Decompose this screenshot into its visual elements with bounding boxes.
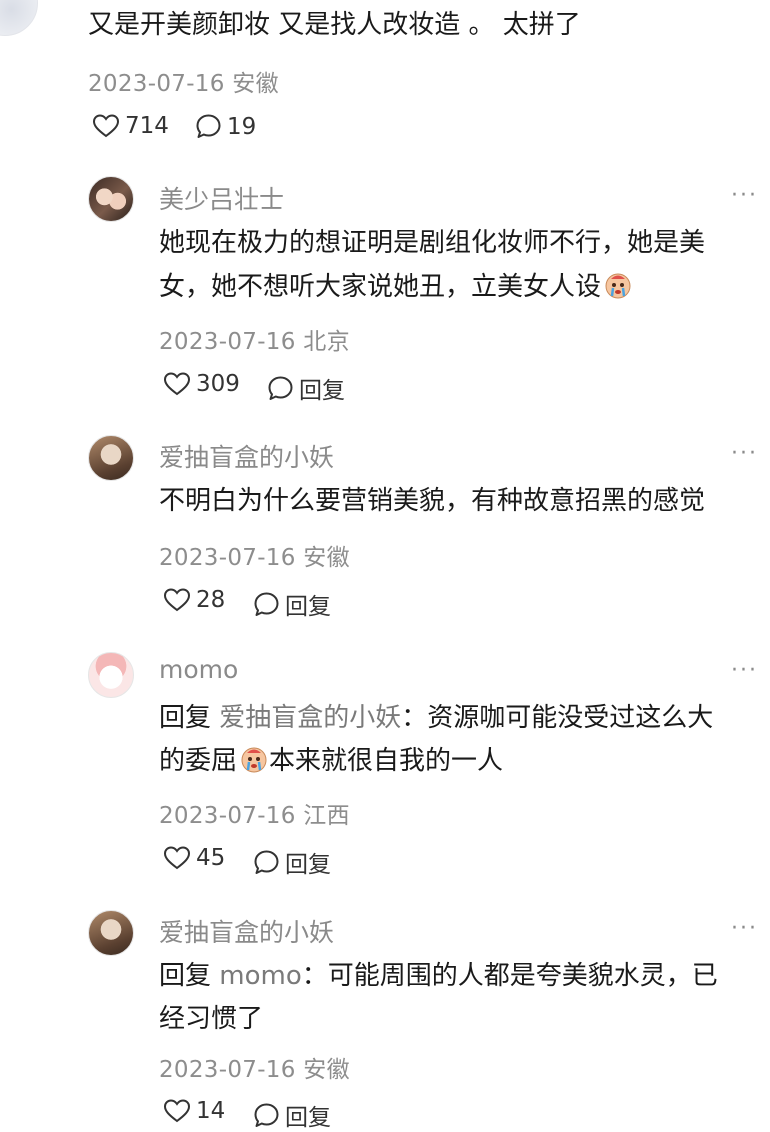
reply-meta: 2023-07-16 江西 [159, 796, 350, 830]
reply-date: 2023-07-16 [159, 1057, 296, 1083]
reply-text-line: 她现在极力的想证明是剧组化妆师不行，她是美 [159, 228, 706, 258]
username[interactable]: momo [159, 655, 238, 684]
comment-bubble-icon [196, 114, 221, 138]
avatar[interactable] [88, 176, 134, 222]
reply-text-line: 不明白为什么要营销美貌，有种故意招黑的感觉 [159, 486, 706, 516]
reply-text: 的委屈 [159, 746, 238, 776]
like-button[interactable]: 309 [163, 371, 240, 397]
comment-location: 安徽 [232, 71, 279, 97]
heart-icon [163, 588, 191, 612]
reply-text: ：可能周围的人都是夸美貌水灵，已 [301, 961, 718, 991]
mention-link[interactable]: 爱抽盲盒的小妖 [219, 703, 401, 733]
like-button[interactable]: 45 [163, 845, 225, 871]
comment-bubble-icon [254, 850, 279, 874]
heart-icon [163, 1099, 191, 1123]
heart-icon [92, 114, 120, 138]
like-count: 45 [196, 845, 226, 871]
reply-meta: 2023-07-16 安徽 [159, 538, 350, 572]
reply-text-line: 的委屈 本来就很自我的一人 [159, 736, 503, 786]
comment-bubble-icon [254, 1103, 279, 1127]
reply-label: 回复 [285, 1105, 331, 1131]
username[interactable]: 美少吕壮士 [159, 180, 284, 216]
comment-text: 又是开美颜卸妆 又是找人改妆造 。 太拼了 [88, 10, 581, 40]
reply-location: 安徽 [303, 545, 350, 571]
like-count: 309 [196, 371, 240, 397]
heart-icon [163, 372, 191, 396]
avatar[interactable] [88, 910, 134, 956]
comment-bubble-icon [254, 592, 279, 616]
reply-prefix: 回复 [159, 703, 212, 733]
like-button[interactable]: 14 [163, 1098, 225, 1124]
reply-label: 回复 [299, 378, 345, 404]
reply-location: 安徽 [303, 1057, 350, 1083]
reply-date: 2023-07-16 [159, 329, 296, 355]
reply-button[interactable]: 19 [195, 113, 256, 140]
comment-date: 2023-07-16 [88, 71, 225, 97]
reply-button[interactable]: 回复 [253, 845, 331, 879]
more-options-icon[interactable]: ··· [731, 441, 758, 466]
avatar[interactable] [88, 652, 134, 698]
reply-location: 江西 [303, 803, 350, 829]
more-options-icon[interactable]: ··· [731, 916, 758, 941]
reply-button[interactable]: 回复 [253, 1098, 331, 1132]
heart-icon [163, 846, 191, 870]
like-count: 14 [196, 1098, 226, 1124]
crying-face-emoji-icon [605, 273, 631, 299]
reply-meta: 2023-07-16 北京 [159, 322, 350, 356]
crying-face-emoji-icon [241, 747, 267, 773]
reply-count: 19 [227, 113, 257, 140]
reply-label: 回复 [285, 594, 331, 620]
reply-date: 2023-07-16 [159, 803, 296, 829]
comment-meta: 2023-07-16 安徽 [88, 64, 279, 98]
more-options-icon[interactable]: ··· [731, 183, 758, 208]
reply-button[interactable]: 回复 [267, 371, 345, 405]
username[interactable]: 爱抽盲盒的小妖 [159, 913, 334, 949]
username[interactable]: 爱抽盲盒的小妖 [159, 438, 334, 474]
reply-text-line: 经习惯了 [159, 1004, 264, 1034]
avatar[interactable] [88, 435, 134, 481]
reply-label: 回复 [285, 852, 331, 878]
like-count: 28 [196, 587, 226, 613]
reply-meta: 2023-07-16 安徽 [159, 1050, 350, 1084]
reply-text-line: 女，她不想听大家说她丑，立美女人设 [159, 262, 633, 312]
reply-text: 女，她不想听大家说她丑，立美女人设 [159, 272, 602, 302]
reply-prefix: 回复 [159, 961, 212, 991]
mention-link[interactable]: momo [219, 961, 301, 991]
reply-text: ：资源咖可能没受过这么大 [401, 703, 714, 733]
like-button[interactable]: 28 [163, 587, 225, 613]
like-count: 714 [125, 113, 169, 139]
reply-date: 2023-07-16 [159, 545, 296, 571]
reply-location: 北京 [303, 329, 350, 355]
reply-button[interactable]: 回复 [253, 587, 331, 621]
reply-text: 本来就很自我的一人 [269, 746, 504, 776]
like-button[interactable]: 714 [92, 113, 169, 139]
avatar[interactable] [0, 0, 38, 36]
comment-bubble-icon [268, 376, 293, 400]
more-options-icon[interactable]: ··· [731, 658, 758, 683]
